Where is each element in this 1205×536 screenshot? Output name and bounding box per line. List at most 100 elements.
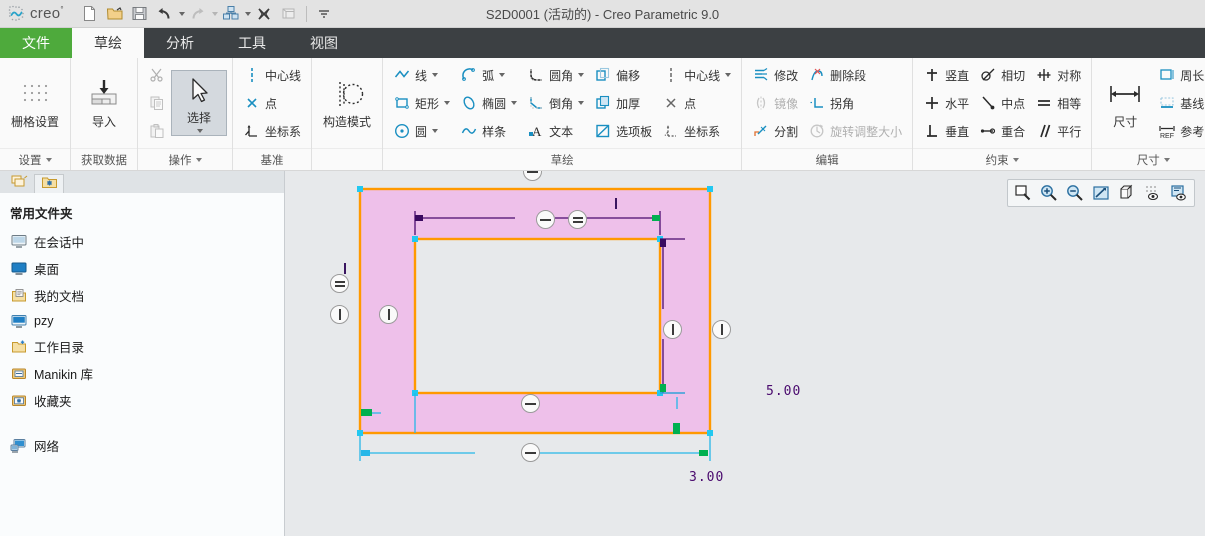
chevron-down-icon[interactable] bbox=[1163, 157, 1170, 162]
sidebar-item-pzy[interactable]: pzy bbox=[0, 309, 284, 333]
horizontal-constraint[interactable]: 水平 bbox=[918, 89, 974, 117]
customize-qat-button[interactable] bbox=[312, 3, 336, 25]
regenerate-button[interactable] bbox=[219, 3, 243, 25]
constraint-vertical-left-inner[interactable] bbox=[379, 305, 398, 324]
tab-file[interactable]: 文件 bbox=[0, 28, 72, 58]
mirror-button[interactable]: 镜像 bbox=[747, 89, 803, 117]
constraint-vertical-right-outer[interactable] bbox=[712, 320, 731, 339]
sidebar-item-desktop[interactable]: 桌面 bbox=[0, 255, 284, 282]
chevron-down-icon[interactable] bbox=[195, 157, 202, 162]
redo-button[interactable] bbox=[186, 3, 210, 25]
sidebar-item-in-session[interactable]: 在会话中 bbox=[0, 228, 284, 255]
window-button[interactable] bbox=[277, 3, 301, 25]
line-tool[interactable]: 线 bbox=[388, 61, 455, 89]
offset-tool[interactable]: 偏移 bbox=[589, 61, 657, 89]
constraint-horizontal-bottom[interactable] bbox=[521, 443, 540, 462]
datum-centerline-button[interactable]: 中心线 bbox=[238, 61, 306, 89]
favorites-tab[interactable] bbox=[34, 174, 64, 193]
circle-dropdown-caret[interactable] bbox=[432, 129, 439, 133]
thicken-tool[interactable]: 加厚 bbox=[589, 89, 657, 117]
sidebar-item-favorites[interactable]: 收藏夹 bbox=[0, 387, 284, 414]
corner-button[interactable]: 拐角 bbox=[803, 89, 907, 117]
cut-button[interactable] bbox=[143, 61, 171, 89]
save-button[interactable] bbox=[128, 3, 152, 25]
tab-analysis[interactable]: 分析 bbox=[144, 28, 216, 58]
constraint-equal-upper[interactable] bbox=[568, 210, 587, 229]
chevron-down-icon[interactable] bbox=[45, 157, 52, 162]
constraint-horizontal-upper[interactable] bbox=[536, 210, 555, 229]
chamfer-tool[interactable]: 倒角 bbox=[522, 89, 589, 117]
rectangle-dropdown-caret[interactable] bbox=[444, 101, 451, 105]
sidebar-item-manikin-library[interactable]: Manikin 库 bbox=[0, 360, 284, 387]
tab-sketch[interactable]: 草绘 bbox=[72, 28, 144, 58]
parallel-constraint[interactable]: 平行 bbox=[1030, 117, 1086, 145]
dimension-button[interactable]: 尺寸 bbox=[1097, 75, 1153, 132]
tangent-constraint[interactable]: 相切 bbox=[974, 61, 1030, 89]
modify-button[interactable]: 修改 bbox=[747, 61, 803, 89]
fillet-dropdown-caret[interactable] bbox=[578, 73, 585, 77]
ribbon-group-label-dimension[interactable]: 尺寸 bbox=[1092, 148, 1205, 170]
paste-button[interactable] bbox=[143, 117, 171, 145]
dimension-value-3-00[interactable]: 3.00 bbox=[689, 470, 724, 485]
constraint-vertical-left-outer[interactable] bbox=[330, 305, 349, 324]
ellipse-tool[interactable]: 椭圆 bbox=[455, 89, 522, 117]
dimension-value-5-00[interactable]: 5.00 bbox=[766, 384, 801, 399]
chamfer-dropdown-caret[interactable] bbox=[578, 101, 585, 105]
sketch-csys-tool[interactable]: 坐标系 bbox=[657, 117, 736, 145]
datum-point-button[interactable]: 点 bbox=[238, 89, 306, 117]
midpoint-constraint[interactable]: 中点 bbox=[974, 89, 1030, 117]
import-button[interactable]: 导入 bbox=[76, 75, 132, 132]
perimeter-dimension[interactable]: 周长 bbox=[1153, 61, 1205, 89]
arc-dropdown-caret[interactable] bbox=[499, 73, 506, 77]
close-window-button[interactable] bbox=[252, 3, 276, 25]
constraint-equal-left[interactable] bbox=[330, 274, 349, 293]
rotate-resize-button[interactable]: 旋转调整大小 bbox=[803, 117, 907, 145]
undo-dropdown-caret[interactable] bbox=[178, 11, 185, 16]
palette-tool[interactable]: 选项板 bbox=[589, 117, 657, 145]
sidebar-item-my-documents[interactable]: 我的文档 bbox=[0, 282, 284, 309]
sketch-centerline-tool[interactable]: 中心线 bbox=[657, 61, 736, 89]
regenerate-dropdown-caret[interactable] bbox=[244, 11, 251, 16]
ribbon-group-label-settings[interactable]: 设置 bbox=[0, 148, 71, 170]
ribbon-group-label-operations[interactable]: 操作 bbox=[138, 148, 233, 170]
undo-button[interactable] bbox=[153, 3, 177, 25]
grid-settings-button[interactable]: 栅格设置 bbox=[5, 75, 65, 132]
constraint-vertical-right-inner[interactable] bbox=[663, 320, 682, 339]
equal-constraint[interactable]: 相等 bbox=[1030, 89, 1086, 117]
line-dropdown-caret[interactable] bbox=[432, 73, 439, 77]
chevron-down-icon[interactable] bbox=[1012, 157, 1019, 162]
tab-tools[interactable]: 工具 bbox=[216, 28, 288, 58]
baseline-dimension[interactable]: 基线 bbox=[1153, 89, 1205, 117]
fillet-tool[interactable]: 圆角 bbox=[522, 61, 589, 89]
coincident-constraint[interactable]: 重合 bbox=[974, 117, 1030, 145]
open-file-button[interactable] bbox=[103, 3, 127, 25]
graphics-canvas[interactable]: 5.00 3.00 1.00 1.00 7.00 bbox=[285, 171, 1205, 536]
rectangle-tool[interactable]: 矩形 bbox=[388, 89, 455, 117]
select-dropdown-caret[interactable] bbox=[196, 129, 203, 133]
tab-view[interactable]: 视图 bbox=[288, 28, 360, 58]
sketch-drawing[interactable] bbox=[285, 171, 1205, 536]
folder-browser-tab[interactable] bbox=[4, 174, 34, 193]
sketch-centerline-dropdown-caret[interactable] bbox=[725, 73, 732, 77]
sketch-point-tool[interactable]: 点 bbox=[657, 89, 736, 117]
text-tool[interactable]: A 文本 bbox=[522, 117, 589, 145]
construction-mode-button[interactable]: 构造模式 bbox=[317, 75, 377, 132]
copy-button[interactable] bbox=[143, 89, 171, 117]
perpendicular-constraint[interactable]: 垂直 bbox=[918, 117, 974, 145]
constraint-horizontal-middle[interactable] bbox=[521, 394, 540, 413]
symmetric-constraint[interactable]: 对称 bbox=[1030, 61, 1086, 89]
reference-dimension[interactable]: REF 参考 bbox=[1153, 117, 1205, 145]
ribbon-group-label-constraints[interactable]: 约束 bbox=[913, 148, 1092, 170]
circle-tool[interactable]: 圆 bbox=[388, 117, 455, 145]
select-button[interactable]: 选择 bbox=[171, 70, 228, 136]
arc-tool[interactable]: 弧 bbox=[455, 61, 522, 89]
divide-button[interactable]: 分割 bbox=[747, 117, 803, 145]
vertical-constraint[interactable]: 竖直 bbox=[918, 61, 974, 89]
new-file-button[interactable] bbox=[78, 3, 102, 25]
sidebar-item-network[interactable]: 网络 bbox=[0, 432, 284, 459]
datum-csys-button[interactable]: 坐标系 bbox=[238, 117, 306, 145]
sidebar-item-working-directory[interactable]: 工作目录 bbox=[0, 333, 284, 360]
ellipse-dropdown-caret[interactable] bbox=[511, 101, 518, 105]
redo-dropdown-caret[interactable] bbox=[211, 11, 218, 16]
spline-tool[interactable]: 样条 bbox=[455, 117, 522, 145]
